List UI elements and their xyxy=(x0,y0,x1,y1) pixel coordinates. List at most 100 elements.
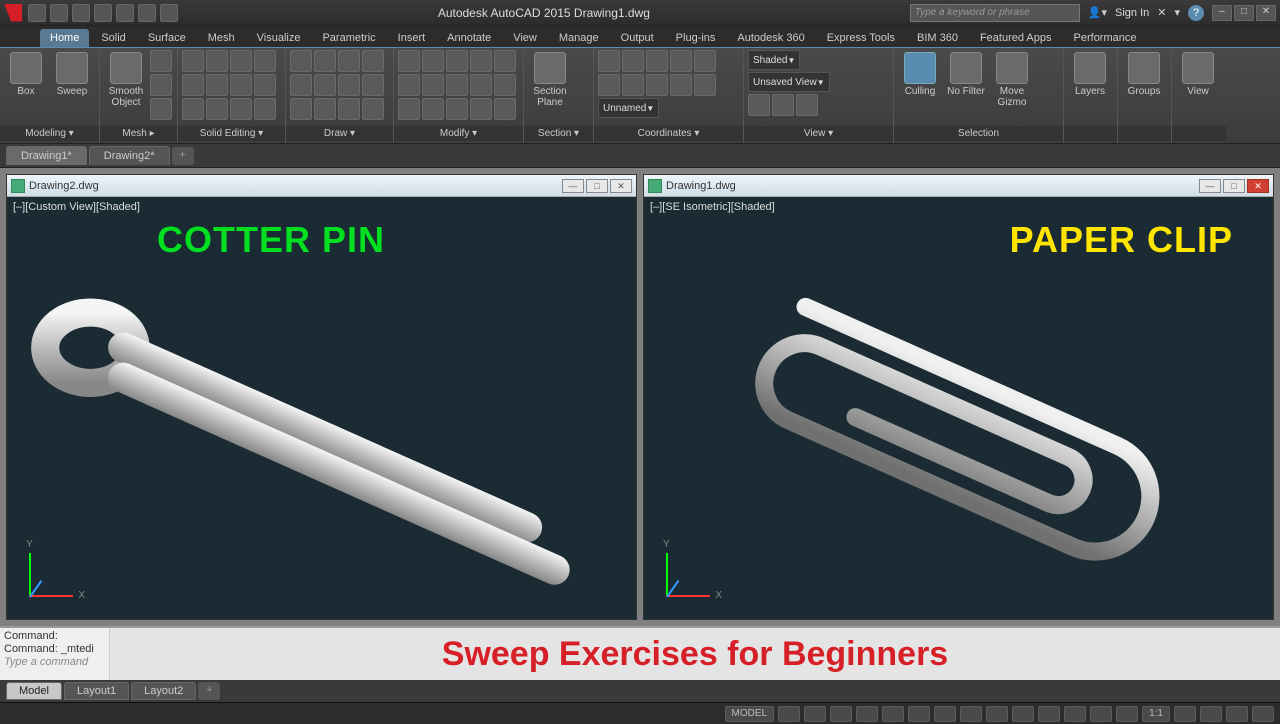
modify-tool-icon[interactable] xyxy=(494,50,516,72)
app-logo-icon[interactable] xyxy=(4,4,22,22)
command-history[interactable]: Command: Command: _mtedi Type a command xyxy=(0,628,110,680)
command-input[interactable]: Type a command xyxy=(4,656,105,669)
mesh-tool-icon[interactable] xyxy=(150,98,172,120)
layout-tab[interactable]: Layout1 xyxy=(64,682,129,700)
draw-tool-icon[interactable] xyxy=(290,98,312,120)
draw-tool-icon[interactable] xyxy=(314,50,336,72)
visual-style-dropdown[interactable]: Shaded▼ xyxy=(748,50,800,70)
ribbon-tab-home[interactable]: Home xyxy=(40,29,89,47)
ucs-icon[interactable] xyxy=(658,535,728,605)
clean-screen-icon[interactable] xyxy=(1226,706,1248,722)
filter-button[interactable]: No Filter xyxy=(944,50,988,99)
workspace-icon[interactable] xyxy=(1090,706,1112,722)
draw-tool-icon[interactable] xyxy=(338,50,360,72)
modify-tool-icon[interactable] xyxy=(446,74,468,96)
dynamic-input-icon[interactable] xyxy=(1064,706,1086,722)
view-tool-icon[interactable] xyxy=(796,94,818,116)
3dosnap-toggle-icon[interactable] xyxy=(908,706,930,722)
solidedit-tool-icon[interactable] xyxy=(254,74,276,96)
modify-tool-icon[interactable] xyxy=(422,98,444,120)
new-drawing-tab-button[interactable]: + xyxy=(172,147,194,165)
viewport-canvas[interactable]: [–][SE Isometric][Shaded] PAPER CLIP xyxy=(644,197,1273,619)
panel-label[interactable]: Modeling ▾ xyxy=(0,126,99,141)
smooth-object-button[interactable]: Smooth Object xyxy=(104,50,148,110)
grid-toggle-icon[interactable] xyxy=(778,706,800,722)
ortho-toggle-icon[interactable] xyxy=(830,706,852,722)
ribbon-tab-output[interactable]: Output xyxy=(611,29,664,47)
sweep-button[interactable]: Sweep xyxy=(50,50,94,99)
vp-maximize-button[interactable]: □ xyxy=(586,179,608,193)
panel-label[interactable]: View ▾ xyxy=(744,126,893,141)
annotation-monitor-icon[interactable] xyxy=(1116,706,1138,722)
drawing-tab[interactable]: Drawing1* xyxy=(6,146,87,165)
solidedit-tool-icon[interactable] xyxy=(230,74,252,96)
ribbon-tab-a360[interactable]: Autodesk 360 xyxy=(727,29,814,47)
ribbon-tab-annotate[interactable]: Annotate xyxy=(437,29,501,47)
snap-toggle-icon[interactable] xyxy=(804,706,826,722)
ribbon-tab-visualize[interactable]: Visualize xyxy=(247,29,311,47)
otrack-toggle-icon[interactable] xyxy=(934,706,956,722)
save-icon[interactable] xyxy=(72,4,90,22)
ucs-tool-icon[interactable] xyxy=(622,74,644,96)
mesh-tool-icon[interactable] xyxy=(150,74,172,96)
search-input[interactable]: Type a keyword or phrase xyxy=(910,4,1080,22)
osnap-toggle-icon[interactable] xyxy=(882,706,904,722)
draw-tool-icon[interactable] xyxy=(338,74,360,96)
ribbon-tab-view[interactable]: View xyxy=(503,29,547,47)
ucs-tool-icon[interactable] xyxy=(622,50,644,72)
panel-label[interactable]: Coordinates ▾ xyxy=(594,126,743,141)
modify-tool-icon[interactable] xyxy=(446,98,468,120)
modify-tool-icon[interactable] xyxy=(398,50,420,72)
box-button[interactable]: Box xyxy=(4,50,48,99)
cycling-toggle-icon[interactable] xyxy=(1012,706,1034,722)
draw-tool-icon[interactable] xyxy=(290,74,312,96)
hardware-accel-icon[interactable] xyxy=(1174,706,1196,722)
solidedit-tool-icon[interactable] xyxy=(254,98,276,120)
ribbon-tab-featured[interactable]: Featured Apps xyxy=(970,29,1062,47)
view-tool-icon[interactable] xyxy=(772,94,794,116)
ribbon-tab-mesh[interactable]: Mesh xyxy=(198,29,245,47)
mesh-tool-icon[interactable] xyxy=(150,50,172,72)
ribbon-tab-plugins[interactable]: Plug-ins xyxy=(666,29,726,47)
open-icon[interactable] xyxy=(50,4,68,22)
panel-label[interactable]: Draw ▾ xyxy=(286,126,393,141)
ribbon-tab-manage[interactable]: Manage xyxy=(549,29,609,47)
solidedit-tool-icon[interactable] xyxy=(254,50,276,72)
panel-label[interactable]: Modify ▾ xyxy=(394,126,523,141)
modify-tool-icon[interactable] xyxy=(422,50,444,72)
sign-in-button[interactable]: Sign In xyxy=(1115,7,1149,19)
solidedit-tool-icon[interactable] xyxy=(182,50,204,72)
transparency-toggle-icon[interactable] xyxy=(986,706,1008,722)
modify-tool-icon[interactable] xyxy=(470,98,492,120)
maximize-button[interactable]: □ xyxy=(1234,5,1254,21)
dynamic-ucs-icon[interactable] xyxy=(1038,706,1060,722)
gizmo-button[interactable]: Move Gizmo xyxy=(990,50,1034,110)
close-button[interactable]: ✕ xyxy=(1256,5,1276,21)
ucs-tool-icon[interactable] xyxy=(670,50,692,72)
modify-tool-icon[interactable] xyxy=(470,50,492,72)
redo-icon[interactable] xyxy=(160,4,178,22)
ribbon-tab-express[interactable]: Express Tools xyxy=(817,29,905,47)
ucs-tool-icon[interactable] xyxy=(646,74,668,96)
layout-tab[interactable]: Layout2 xyxy=(131,682,196,700)
modify-tool-icon[interactable] xyxy=(470,74,492,96)
ucs-tool-icon[interactable] xyxy=(694,50,716,72)
print-icon[interactable] xyxy=(116,4,134,22)
panel-label[interactable]: Solid Editing ▾ xyxy=(178,126,285,141)
help-icon[interactable]: ? xyxy=(1188,5,1204,21)
minimize-button[interactable]: – xyxy=(1212,5,1232,21)
ucs-name-dropdown[interactable]: Unnamed▼ xyxy=(598,98,659,118)
ribbon-tab-solid[interactable]: Solid xyxy=(91,29,135,47)
modify-tool-icon[interactable] xyxy=(494,98,516,120)
ucs-icon[interactable] xyxy=(21,535,91,605)
modify-tool-icon[interactable] xyxy=(422,74,444,96)
lineweight-toggle-icon[interactable] xyxy=(960,706,982,722)
modify-tool-icon[interactable] xyxy=(398,98,420,120)
ucs-tool-icon[interactable] xyxy=(598,74,620,96)
culling-button[interactable]: Culling xyxy=(898,50,942,99)
drawing-tab[interactable]: Drawing2* xyxy=(89,146,170,165)
draw-tool-icon[interactable] xyxy=(314,98,336,120)
vp-close-button[interactable]: ✕ xyxy=(1247,179,1269,193)
ucs-tool-icon[interactable] xyxy=(670,74,692,96)
modify-tool-icon[interactable] xyxy=(398,74,420,96)
